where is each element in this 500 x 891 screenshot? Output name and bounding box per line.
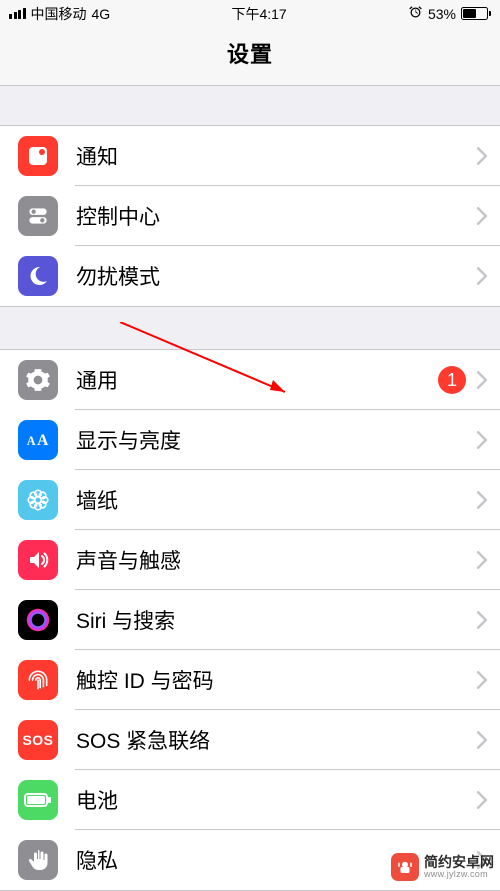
chevron-right-icon [476, 791, 488, 809]
chevron-right-icon [476, 371, 488, 389]
sos-icon: SOS [18, 720, 58, 760]
battery-settings-icon [18, 780, 58, 820]
cell-label: Siri 与搜索 [58, 605, 476, 635]
chevron-right-icon [476, 611, 488, 629]
settings-row-notifications[interactable]: 通知 [0, 126, 500, 186]
page-title: 设置 [0, 37, 500, 69]
cell-label: 控制中心 [58, 201, 476, 231]
notifications-icon [18, 136, 58, 176]
cell-label: SOS 紧急联络 [58, 725, 476, 755]
svg-text:A: A [37, 432, 49, 449]
status-time: 下午4:17 [231, 4, 286, 24]
settings-group-1: 通知 控制中心 勿扰模式 [0, 125, 500, 307]
notification-badge: 1 [438, 366, 466, 394]
fingerprint-icon [18, 660, 58, 700]
settings-row-siri-search[interactable]: Siri 与搜索 [0, 590, 500, 650]
sos-icon-text: SOS [22, 732, 53, 748]
cell-label: 墙纸 [58, 485, 476, 515]
watermark-brand: 简约安卓网 [424, 855, 494, 870]
display-icon: AA [18, 420, 58, 460]
hand-icon [18, 840, 58, 880]
carrier-label: 中国移动 [31, 4, 87, 24]
alarm-icon [408, 5, 423, 23]
chevron-right-icon [476, 207, 488, 225]
watermark-logo-icon [391, 853, 419, 881]
cell-label: 触控 ID 与密码 [58, 665, 476, 695]
status-left: 中国移动 4G [9, 4, 110, 24]
svg-text:A: A [27, 434, 36, 448]
settings-row-sounds-haptics[interactable]: 声音与触感 [0, 530, 500, 590]
gear-icon [18, 360, 58, 400]
speaker-icon [18, 540, 58, 580]
wallpaper-icon [18, 480, 58, 520]
network-label: 4G [92, 6, 111, 22]
cell-label: 勿扰模式 [58, 261, 476, 291]
settings-row-battery[interactable]: 电池 [0, 770, 500, 830]
chevron-right-icon [476, 147, 488, 165]
chevron-right-icon [476, 671, 488, 689]
cell-label: 通用 [58, 365, 438, 395]
cell-label: 声音与触感 [58, 545, 476, 575]
signal-strength-icon [9, 8, 26, 19]
battery-percent: 53% [428, 6, 456, 22]
cell-label: 显示与亮度 [58, 425, 476, 455]
chevron-right-icon [476, 431, 488, 449]
battery-icon [461, 7, 491, 20]
settings-row-general[interactable]: 通用 1 [0, 350, 500, 410]
watermark-url: www.jylzw.com [424, 870, 494, 879]
moon-icon [18, 256, 58, 296]
settings-row-wallpaper[interactable]: 墙纸 [0, 470, 500, 530]
chevron-right-icon [476, 267, 488, 285]
settings-row-do-not-disturb[interactable]: 勿扰模式 [0, 246, 500, 306]
settings-group-2: 通用 1 AA 显示与亮度 墙纸 声音与触感 Siri 与搜索 [0, 349, 500, 891]
settings-row-display-brightness[interactable]: AA 显示与亮度 [0, 410, 500, 470]
chevron-right-icon [476, 551, 488, 569]
watermark: 简约安卓网 www.jylzw.com [391, 853, 494, 881]
settings-row-emergency-sos[interactable]: SOS SOS 紧急联络 [0, 710, 500, 770]
chevron-right-icon [476, 491, 488, 509]
settings-row-touch-id-passcode[interactable]: 触控 ID 与密码 [0, 650, 500, 710]
section-gap [0, 307, 500, 349]
control-center-icon [18, 196, 58, 236]
nav-header: 设置 [0, 27, 500, 86]
cell-label: 电池 [58, 785, 476, 815]
status-right: 53% [408, 5, 491, 23]
status-bar: 中国移动 4G 下午4:17 53% [0, 0, 500, 27]
chevron-right-icon [476, 731, 488, 749]
section-gap [0, 85, 500, 125]
siri-icon [18, 600, 58, 640]
settings-row-control-center[interactable]: 控制中心 [0, 186, 500, 246]
cell-label: 通知 [58, 141, 476, 171]
